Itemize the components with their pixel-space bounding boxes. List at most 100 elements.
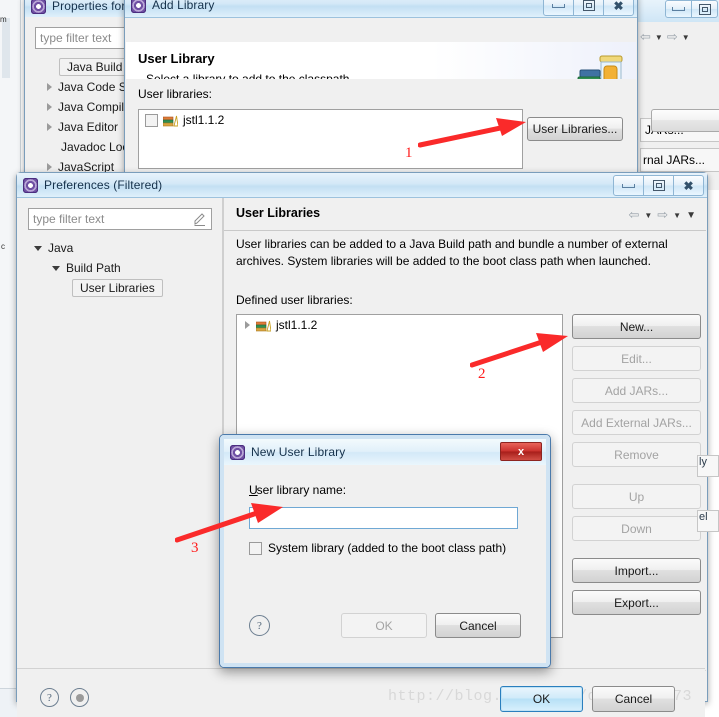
down-button[interactable]: Down — [572, 516, 701, 541]
forward-arrow-icon[interactable]: ⇨ — [667, 29, 678, 45]
add-library-header-title: User Library — [138, 51, 215, 66]
question-mark-icon[interactable]: ? — [40, 688, 59, 707]
close-button[interactable]: ✖ — [603, 0, 634, 16]
tree-item-java[interactable]: Java — [28, 238, 212, 258]
remove-button[interactable]: Remove — [572, 442, 701, 467]
eclipse-icon — [31, 0, 46, 14]
new-user-library-close-wrap[interactable]: x — [500, 442, 542, 461]
preferences-cancel-button[interactable]: Cancel — [592, 686, 675, 712]
tree-item-label: Java — [48, 241, 74, 255]
new-user-library-title: New User Library — [251, 445, 346, 459]
new-user-library-cancel-button[interactable]: Cancel — [435, 613, 521, 638]
add-external-jars-button-label: Add External JARs... — [581, 415, 692, 430]
ok-button-label: OK — [375, 618, 393, 633]
chevron-down-icon[interactable] — [34, 245, 42, 251]
library-side-buttons: New... Edit... Add JARs... Add External … — [572, 314, 702, 615]
back-arrow-icon[interactable]: ⇦ — [640, 29, 651, 45]
background-window-controls[interactable] — [665, 0, 718, 18]
add-jars-button[interactable]: Add JARs... — [572, 378, 701, 403]
new-button[interactable]: New... — [572, 314, 701, 339]
preferences-window-controls[interactable]: ✖ — [613, 175, 704, 196]
clear-filter-icon[interactable] — [194, 213, 206, 226]
annotation-arrow-3 — [175, 503, 283, 543]
chevron-down-icon[interactable]: ▼ — [644, 211, 652, 220]
add-library-window-controls[interactable]: ✖ — [543, 0, 634, 16]
add-jars-button-label: Add JARs... — [604, 383, 669, 398]
preferences-page-header: User Libraries ⇦ ▼ ⇨ ▼ ▼ — [224, 198, 706, 231]
background-minimize-button[interactable] — [665, 0, 692, 18]
ok-button-label: OK — [532, 692, 551, 706]
library-books-icon — [163, 115, 178, 126]
export-button[interactable]: Export... — [572, 590, 701, 615]
checkbox[interactable] — [145, 113, 158, 127]
preferences-help-icon-wrap[interactable]: ? — [40, 688, 59, 707]
chevron-right-icon[interactable] — [47, 83, 52, 91]
chevron-right-icon[interactable] — [47, 123, 52, 131]
list-item-label: jstl1.1.2 — [276, 318, 318, 332]
background-apply-button[interactable]: ly — [697, 455, 719, 477]
page-title: User Libraries — [236, 206, 321, 220]
eclipse-icon — [230, 444, 245, 460]
new-user-library-dialog[interactable]: New User Library x User library name: Sy… — [219, 434, 551, 668]
chevron-down-icon[interactable] — [52, 265, 60, 271]
preferences-titlebar[interactable]: Preferences (Filtered) ✖ — [17, 173, 707, 198]
user-library-name-label-rest: ser library name: — [256, 483, 347, 497]
background-nav-icons[interactable]: ⇦ ▼ ⇨ ▼ — [640, 26, 719, 48]
checkbox[interactable] — [249, 541, 262, 555]
restore-button[interactable] — [643, 175, 674, 196]
eclipse-icon — [23, 177, 38, 193]
question-mark-icon[interactable]: ? — [249, 615, 270, 636]
import-button-label: Import... — [614, 563, 659, 578]
preferences-ok-button[interactable]: OK — [500, 686, 583, 712]
eclipse-icon — [131, 0, 146, 13]
minimize-button[interactable] — [613, 175, 644, 196]
preferences-filter-placeholder: type filter text — [33, 212, 105, 226]
tree-item-label: Java Compile — [58, 100, 131, 114]
close-icon[interactable]: x — [500, 442, 542, 461]
background-cancel-button[interactable]: el — [697, 510, 719, 532]
cancel-button-label: Cancel — [614, 692, 653, 706]
add-library-title: Add Library — [152, 0, 215, 12]
new-user-library-ok-button[interactable]: OK — [341, 613, 427, 638]
up-button[interactable]: Up — [572, 484, 701, 509]
user-libraries-button[interactable] — [651, 109, 719, 132]
add-library-dialog[interactable]: Add Library ✖ User Library Select a libr… — [124, 0, 719, 174]
circle-dot-icon[interactable] — [70, 688, 89, 707]
restore-button[interactable] — [573, 0, 604, 16]
chevron-down-icon[interactable]: ▼ — [655, 33, 663, 42]
preferences-filter-input[interactable]: type filter text — [28, 208, 212, 230]
chevron-right-icon[interactable] — [47, 163, 52, 171]
preferences-description: User libraries can be added to a Java Bu… — [236, 237, 668, 268]
add-external-jars-button[interactable]: Add External JARs... — [572, 410, 701, 435]
chevron-right-icon[interactable] — [245, 321, 250, 329]
page-nav-icons[interactable]: ⇦ ▼ ⇨ ▼ ▼ — [628, 207, 696, 223]
add-library-titlebar[interactable]: Add Library ✖ — [125, 0, 637, 18]
close-button[interactable]: ✖ — [673, 175, 704, 196]
chevron-right-icon[interactable] — [47, 103, 52, 111]
preferences-restore-icon-wrap[interactable] — [70, 688, 89, 707]
background-restore-button[interactable] — [691, 0, 718, 18]
preferences-left-panel: type filter text Java Build Path User Li… — [18, 198, 222, 670]
user-libraries-button[interactable]: User Libraries... — [527, 117, 623, 141]
tree-item-build-path[interactable]: Build Path — [28, 258, 212, 278]
system-library-checkbox-row[interactable]: System library (added to the boot class … — [249, 541, 506, 555]
new-user-library-titlebar[interactable]: New User Library x — [224, 439, 546, 465]
import-button[interactable]: Import... — [572, 558, 701, 583]
remove-button-label: Remove — [614, 447, 659, 462]
new-user-library-help-wrap[interactable]: ? — [249, 615, 270, 636]
minimize-button[interactable] — [543, 0, 574, 16]
annotation-arrow-2 — [470, 333, 568, 368]
background-external-jars-button[interactable]: rnal JARs... — [640, 148, 719, 172]
edit-button-label: Edit... — [621, 351, 652, 366]
chevron-down-icon[interactable]: ▼ — [686, 210, 696, 221]
user-library-name-input[interactable] — [249, 507, 518, 529]
background-cancel-label: el — [699, 511, 708, 523]
back-arrow-icon[interactable]: ⇦ — [628, 207, 639, 223]
preferences-tree[interactable]: Java Build Path User Libraries — [28, 238, 212, 298]
tree-item-user-libraries[interactable]: User Libraries — [28, 278, 212, 298]
edit-button[interactable]: Edit... — [572, 346, 701, 371]
chevron-down-icon[interactable]: ▼ — [673, 211, 681, 220]
chevron-down-icon[interactable]: ▼ — [682, 33, 690, 42]
background-editor-text2: m — [0, 15, 7, 24]
forward-arrow-icon[interactable]: ⇨ — [657, 207, 668, 223]
